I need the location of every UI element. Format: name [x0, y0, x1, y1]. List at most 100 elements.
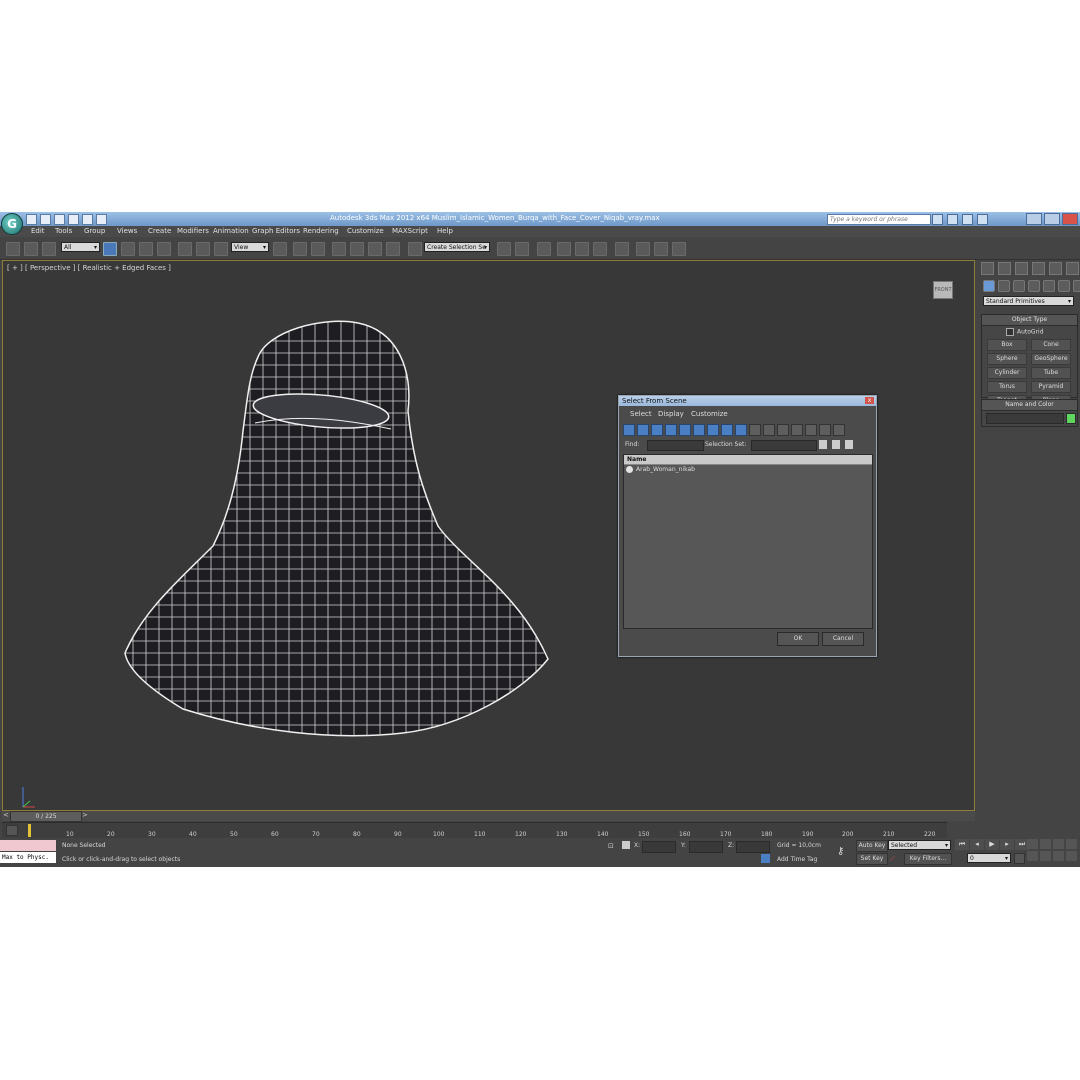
select-all-icon[interactable] [791, 424, 803, 436]
key-filters-button[interactable]: Key Filters... [904, 853, 952, 865]
cameras-icon[interactable] [1028, 280, 1040, 292]
add-to-selection-set-icon[interactable] [845, 440, 853, 449]
select-none-icon[interactable] [805, 424, 817, 436]
space-warps-icon[interactable] [1058, 280, 1070, 292]
scene-object-list[interactable]: Name Arab_Woman_nikab [623, 454, 873, 629]
sphere-button[interactable]: Sphere [987, 353, 1027, 365]
pyramid-button[interactable]: Pyramid [1031, 381, 1071, 393]
set-key-button[interactable]: Set Key [856, 853, 888, 865]
pan-icon[interactable] [1040, 851, 1051, 861]
create-tab-icon[interactable] [981, 262, 994, 275]
lights-icon[interactable] [1013, 280, 1025, 292]
y-coordinate-field[interactable] [689, 841, 723, 853]
link-icon[interactable] [6, 242, 20, 256]
absolute-mode-icon[interactable] [622, 841, 630, 849]
display-shapes-icon[interactable] [637, 424, 649, 436]
reference-coordinate-dropdown[interactable]: View [231, 242, 269, 253]
menu-edit[interactable]: Edit [31, 227, 45, 235]
percent-snap-icon[interactable] [368, 242, 382, 256]
selection-filter-dropdown[interactable]: All [61, 242, 100, 253]
maximize-button[interactable] [1044, 213, 1060, 225]
menu-group[interactable]: Group [84, 227, 105, 235]
shapes-icon[interactable] [998, 280, 1010, 292]
display-space-warps-icon[interactable] [693, 424, 705, 436]
selection-set-dropdown[interactable] [751, 440, 817, 451]
pivot-center-icon[interactable] [273, 242, 287, 256]
current-frame-field[interactable]: 0 [967, 853, 1011, 864]
time-slider[interactable]: < 0 / 225 > [2, 811, 975, 822]
systems-icon[interactable] [1073, 280, 1080, 292]
zoom-extents-all-icon[interactable] [1066, 839, 1077, 849]
display-tab-icon[interactable] [1049, 262, 1062, 275]
z-coordinate-field[interactable] [736, 841, 770, 853]
select-by-name-icon[interactable] [121, 242, 135, 256]
torus-button[interactable]: Torus [987, 381, 1027, 393]
field-of-view-icon[interactable] [1027, 851, 1038, 861]
zoom-extents-icon[interactable] [1053, 839, 1064, 849]
lock-selection-icon[interactable]: ⊡ [608, 842, 614, 850]
spinner-snap-icon[interactable] [386, 242, 400, 256]
autogrid-checkbox[interactable]: AutoGrid [1006, 328, 1044, 336]
next-frame-icon[interactable]: > [82, 811, 88, 819]
category-dropdown[interactable]: Standard Primitives [983, 296, 1074, 307]
menu-modifiers[interactable]: Modifiers [177, 227, 209, 235]
render-setup-icon[interactable] [636, 242, 650, 256]
display-frozen-icon[interactable] [763, 424, 775, 436]
display-hidden-icon[interactable] [777, 424, 789, 436]
menu-views[interactable]: Views [117, 227, 137, 235]
motion-tab-icon[interactable] [1032, 262, 1045, 275]
object-name-field[interactable] [986, 413, 1064, 424]
display-containers-icon[interactable] [749, 424, 761, 436]
minimize-button[interactable] [1026, 213, 1042, 225]
binoculars-icon[interactable] [932, 214, 943, 225]
dialog-menu-display[interactable]: Display [658, 410, 684, 418]
ok-button[interactable]: OK [777, 632, 819, 646]
dialog-menu-customize[interactable]: Customize [691, 410, 728, 418]
select-invert-icon[interactable] [819, 424, 831, 436]
key-icon[interactable] [947, 214, 958, 225]
keyboard-shortcut-icon[interactable] [311, 242, 325, 256]
go-to-start-icon[interactable]: ⏮ [955, 839, 969, 850]
geometry-icon[interactable] [983, 280, 995, 292]
menu-maxscript[interactable]: MAXScript [392, 227, 428, 235]
previous-frame-icon[interactable]: ◂ [970, 839, 984, 850]
project-folder-icon[interactable] [96, 214, 107, 225]
cylinder-button[interactable]: Cylinder [987, 367, 1027, 379]
time-config-icon[interactable] [1014, 853, 1025, 864]
scale-icon[interactable] [214, 242, 228, 256]
display-bones-icon[interactable] [735, 424, 747, 436]
window-crossing-icon[interactable] [157, 242, 171, 256]
object-color-swatch[interactable] [1066, 413, 1076, 424]
utilities-tab-icon[interactable] [1066, 262, 1079, 275]
time-slider-thumb[interactable]: 0 / 225 [10, 811, 82, 822]
schematic-view-icon[interactable] [593, 242, 607, 256]
mirror-icon[interactable] [497, 242, 511, 256]
curve-editor-icon[interactable] [575, 242, 589, 256]
dialog-close-icon[interactable]: x [865, 397, 874, 404]
zoom-icon[interactable] [1027, 839, 1038, 849]
layer-manager-icon[interactable] [537, 242, 551, 256]
rectangular-selection-icon[interactable] [139, 242, 153, 256]
add-time-tag[interactable]: Add Time Tag [777, 856, 817, 863]
cancel-button[interactable]: Cancel [822, 632, 864, 646]
find-input[interactable] [647, 440, 704, 451]
select-manipulate-icon[interactable] [293, 242, 307, 256]
move-icon[interactable] [178, 242, 192, 256]
display-cameras-icon[interactable] [665, 424, 677, 436]
x-coordinate-field[interactable] [642, 841, 676, 853]
helpers-icon[interactable] [1043, 280, 1055, 292]
set-key-icon[interactable]: ⚷ [837, 846, 844, 857]
menu-animation[interactable]: Animation [213, 227, 249, 235]
menu-customize[interactable]: Customize [347, 227, 384, 235]
maxscript-mini-listener[interactable]: Max to Physc. [0, 852, 56, 863]
material-editor-icon[interactable] [615, 242, 629, 256]
list-item[interactable]: Arab_Woman_nikab [624, 465, 872, 475]
align-icon[interactable] [515, 242, 529, 256]
filter-icon[interactable] [833, 424, 845, 436]
cone-button[interactable]: Cone [1031, 339, 1071, 351]
maxscript-listener-output[interactable] [0, 840, 56, 851]
bind-space-warp-icon[interactable] [42, 242, 56, 256]
dialog-menu-select[interactable]: Select [630, 410, 652, 418]
edit-named-selection-icon[interactable] [408, 242, 422, 256]
mini-curve-editor-icon[interactable] [6, 825, 18, 836]
